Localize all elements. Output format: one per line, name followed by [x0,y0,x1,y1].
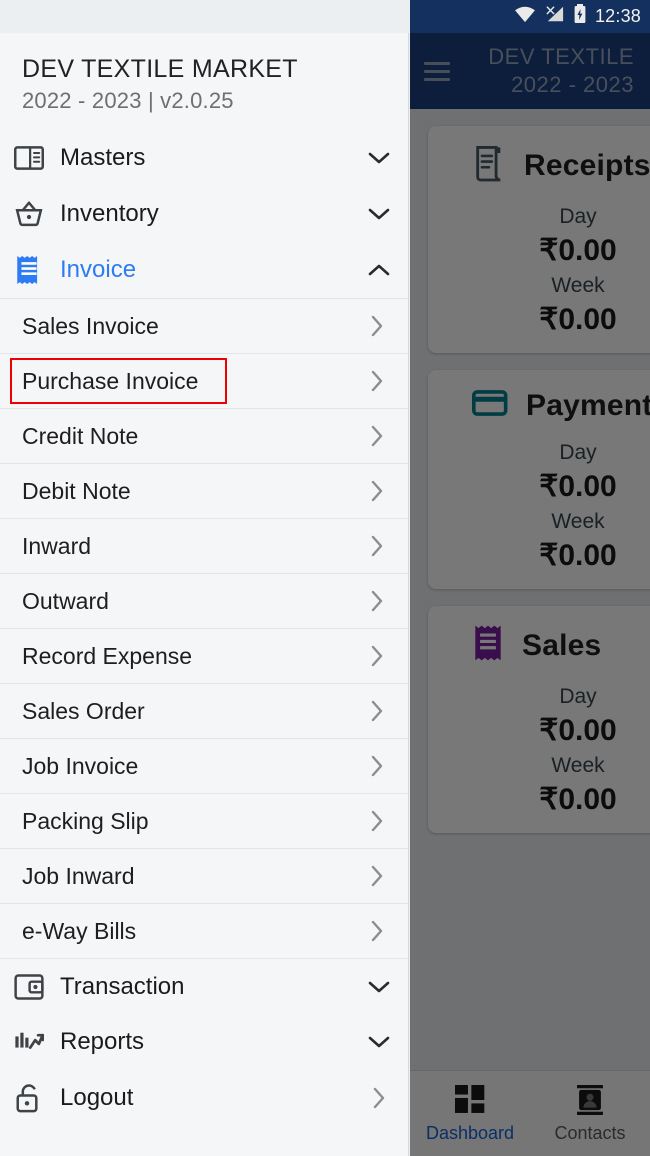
drawer-item-inward[interactable]: Inward [0,518,408,573]
receipt-icon [12,255,46,285]
drawer-group-reports[interactable]: Reports [0,1014,408,1070]
drawer-group-inventory[interactable]: Inventory [0,186,408,242]
chevron-right-icon [364,589,390,613]
chevron-down-icon [366,979,392,995]
battery-charging-icon [574,4,586,29]
drawer-item-outward[interactable]: Outward [0,573,408,628]
drawer-scrim-overlay[interactable] [410,33,650,1156]
drawer-item-sales-invoice[interactable]: Sales Invoice [0,298,408,353]
wifi-icon [514,5,536,28]
drawer-item-record-expense[interactable]: Record Expense [0,628,408,683]
drawer-item-label: Record Expense [22,642,193,669]
drawer-item-label: Inward [22,532,92,559]
drawer-item-eway-bills[interactable]: e-Way Bills [0,903,408,958]
status-bar-clock: 12:38 [594,6,641,26]
drawer-group-transaction[interactable]: Transaction [0,958,408,1014]
drawer-item-purchase-invoice[interactable]: Purchase Invoice [0,353,408,408]
chevron-up-icon [366,262,392,278]
drawer-item-sales-order[interactable]: Sales Order [0,683,408,738]
chevron-right-icon [364,864,390,888]
drawer-item-label: Job Inward [22,862,135,889]
chevron-right-icon [364,699,390,723]
chevron-right-icon [364,644,390,668]
drawer-item-credit-note[interactable]: Credit Note [0,408,408,463]
drawer-item-label: Job Invoice [22,752,139,779]
chevron-right-icon [364,424,390,448]
chevron-right-icon [364,369,390,393]
chevron-right-icon [364,809,390,833]
chevron-right-icon [364,919,390,943]
drawer-item-job-invoice[interactable]: Job Invoice [0,738,408,793]
mobile-screen: 12:38 DEV TEXTILE 2022 - 2023 [0,0,650,1156]
drawer-group-label: Invoice [60,256,137,283]
drawer-company-name: DEV TEXTILE MARKET [22,55,298,83]
chevron-down-icon [366,150,392,166]
article-icon [12,146,46,170]
chevron-right-icon [364,534,390,558]
bar-chart-icon [12,1029,46,1055]
signal-off-icon [545,5,565,28]
drawer-item-job-inward[interactable]: Job Inward [0,848,408,903]
drawer-item-label: Credit Note [22,422,139,449]
drawer-item-label: Sales Invoice [22,312,159,339]
drawer-group-label: Transaction [60,972,185,1000]
drawer-header: DEV TEXTILE MARKET 2022 - 2023 | v2.0.25 [0,33,408,130]
drawer-item-label: e-Way Bills [22,917,137,944]
drawer-group-invoice[interactable]: Invoice [0,242,408,298]
drawer-item-label: Debit Note [22,477,131,504]
navigation-drawer: DEV TEXTILE MARKET 2022 - 2023 | v2.0.25… [0,33,409,1156]
chevron-down-icon [366,206,392,222]
drawer-group-label: Inventory [60,200,159,227]
drawer-group-logout[interactable]: Logout [0,1070,408,1126]
chevron-right-icon [366,1086,392,1110]
drawer-item-label: Packing Slip [22,807,149,834]
unlock-icon [12,1083,46,1113]
status-bar: 12:38 [410,0,650,33]
chevron-right-icon [364,479,390,503]
drawer-item-packing-slip[interactable]: Packing Slip [0,793,408,848]
drawer-group-label: Masters [60,144,146,171]
chevron-right-icon [364,314,390,338]
drawer-item-debit-note[interactable]: Debit Note [0,463,408,518]
drawer-item-label: Sales Order [22,697,145,724]
drawer-group-masters[interactable]: Masters [0,130,408,186]
wallet-icon [12,973,46,1000]
drawer-year-version: 2022 - 2023 | v2.0.25 [22,88,234,113]
drawer-item-label: Purchase Invoice [22,367,199,394]
drawer-group-label: Reports [60,1028,145,1055]
drawer-item-label: Outward [22,587,109,614]
chevron-down-icon [366,1034,392,1050]
drawer-group-label: Logout [60,1084,134,1111]
chevron-right-icon [364,754,390,778]
basket-icon [12,200,46,228]
